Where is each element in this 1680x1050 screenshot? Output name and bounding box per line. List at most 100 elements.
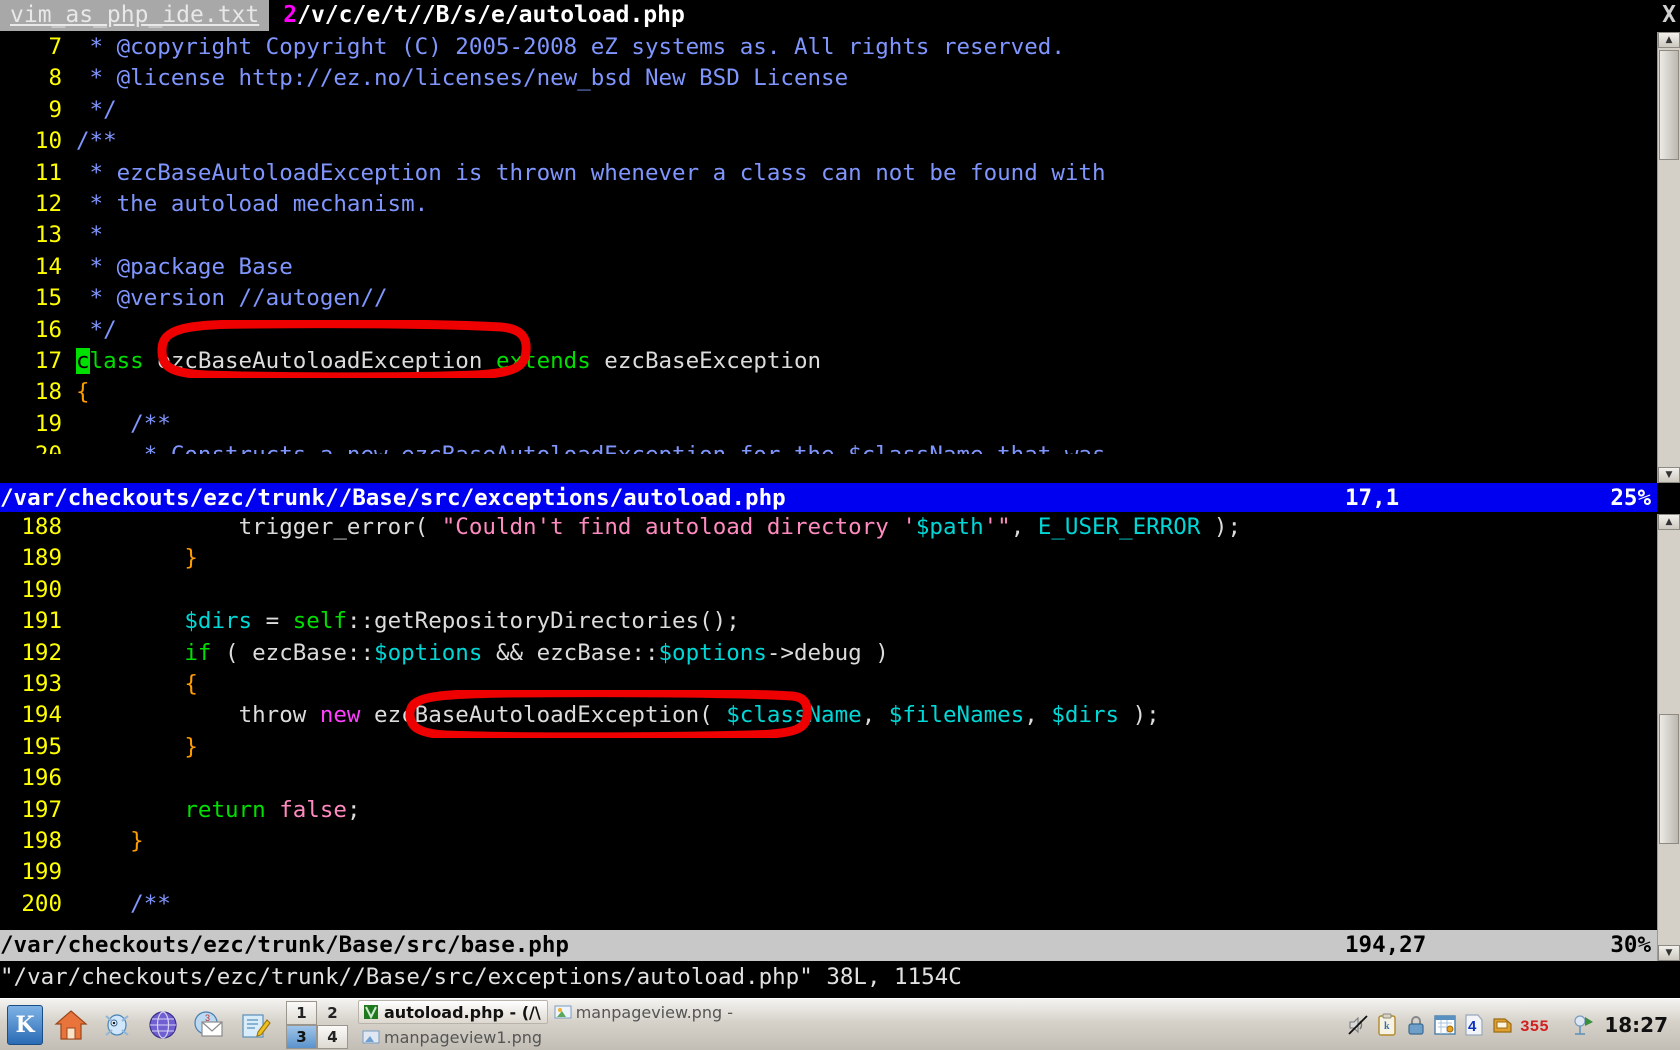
tab-number: 2 (283, 2, 298, 28)
code-line: 192 if ( ezcBase::$options && ezcBase::$… (0, 638, 1657, 669)
line-number: 8 (48, 65, 62, 92)
line-number: 189 (21, 545, 62, 572)
konqueror-icon[interactable] (97, 1005, 137, 1045)
task-label: manpageview.png - (575, 1002, 733, 1022)
scroll-up-icon[interactable]: ▲ (1658, 514, 1680, 530)
pager-desktop-4[interactable]: 4 (317, 1024, 348, 1049)
kwrite-icon[interactable] (235, 1005, 275, 1045)
screen: vim_as_php_ide.txt 2/v/c/e/t//B/s/e/auto… (0, 0, 1680, 1050)
tab-autoload-php[interactable]: 2/v/c/e/t//B/s/e/autoload.php (269, 0, 693, 31)
kmail-icon[interactable]: 3 (189, 1005, 229, 1045)
pager-row: 3 4 (286, 1024, 348, 1049)
code-token: ezcBaseException (590, 347, 822, 374)
gutter-space (62, 346, 76, 377)
gutter-space (62, 857, 76, 888)
code-line: 191 $dirs = self::getRepositoryDirectori… (0, 606, 1657, 637)
scrollbar-thumb[interactable] (1659, 50, 1679, 160)
code-line: 13 * (0, 220, 1657, 251)
gutter-space (62, 95, 76, 126)
code-token: $options (374, 639, 483, 666)
line-number: 19 (34, 410, 62, 437)
klipper-icon[interactable]: k (1375, 1013, 1399, 1037)
code-token: */ (76, 96, 117, 123)
desktop-pager[interactable]: 1 2 3 4 (286, 1000, 348, 1049)
line-number: 20 (0, 440, 62, 454)
gutter-space (62, 409, 76, 440)
gutter-space (62, 889, 76, 920)
task-manpageview-png[interactable]: manpageview.png - (550, 1000, 740, 1024)
gutter-space (62, 512, 76, 543)
pager-desktop-2[interactable]: 2 (317, 1001, 348, 1025)
line-number: 11 (34, 159, 62, 186)
editor-pane-top[interactable]: 7 * @copyright Copyright (C) 2005-2008 e… (0, 32, 1657, 454)
code-token: { (76, 379, 90, 406)
gutter-space (62, 189, 76, 220)
code-token: return (184, 796, 266, 823)
code-line: 14 * @package Base (0, 252, 1657, 283)
pager-desktop-1[interactable]: 1 (286, 1000, 317, 1025)
code-token: /** (76, 128, 117, 155)
pager-desktop-3[interactable]: 3 (286, 1024, 317, 1049)
code-token: ; (346, 796, 361, 823)
code-line: 194 throw new ezcBaseAutoloadException( … (0, 700, 1657, 731)
pager-row: 1 2 (286, 1000, 348, 1025)
code-token: ezcBaseAutoloadException (157, 347, 496, 374)
gutter-space (62, 826, 76, 857)
scroll-up-icon[interactable]: ▲ (1658, 32, 1680, 48)
taskbar-clock[interactable]: 18:27 (1600, 1013, 1676, 1037)
svg-text:k: k (1384, 1021, 1390, 1032)
svg-text:3: 3 (205, 1013, 210, 1023)
web-browser-icon[interactable] (143, 1005, 183, 1045)
keyboard-layout-icon[interactable] (1571, 1013, 1595, 1037)
code-line: 200 /** (0, 889, 1657, 920)
korganizer-icon[interactable] (1433, 1013, 1457, 1037)
mail-count-icon[interactable] (1491, 1013, 1515, 1037)
gutter-space (62, 32, 76, 63)
vim-command-line[interactable]: "/var/checkouts/ezc/trunk//Base/src/exce… (0, 962, 1680, 993)
vim-tabline: vim_as_php_ide.txt 2/v/c/e/t//B/s/e/auto… (0, 0, 1680, 31)
tab-vim-as-php-ide[interactable]: vim_as_php_ide.txt (0, 0, 270, 31)
kmenu-button[interactable]: K (5, 1004, 45, 1045)
text-cursor: c (76, 347, 90, 374)
code-token: } (76, 733, 198, 760)
editor-pane-bottom[interactable]: 188 trigger_error( "Couldn't find autolo… (0, 512, 1657, 922)
line-number: 7 (48, 34, 62, 60)
gutter-space (62, 315, 76, 346)
home-folder-icon[interactable] (51, 1005, 91, 1045)
close-icon[interactable]: X (1662, 0, 1676, 31)
vim-icon (364, 1005, 378, 1020)
kgpg-lock-icon[interactable] (1404, 1013, 1428, 1037)
scrollbar-top-pane[interactable]: ▲ ▼ (1657, 32, 1680, 483)
line-number: 13 (34, 222, 62, 249)
code-line: 189 } (0, 543, 1657, 574)
volume-muted-icon[interactable] (1346, 1013, 1370, 1037)
scrollbar-bottom-pane[interactable]: ▲ ▼ (1657, 514, 1680, 961)
image-viewer-icon (362, 1030, 380, 1044)
scroll-down-icon[interactable]: ▼ (1658, 945, 1680, 961)
task-autoload-php[interactable]: autoload.php - (/\ (358, 1000, 548, 1024)
k-icon: K (7, 1004, 43, 1045)
code-token: $className (726, 702, 862, 729)
line-number: 200 (21, 890, 62, 917)
code-line: 20 * Constructs a new ezcBaseAutoloadExc… (0, 440, 1657, 454)
gutter-space (62, 126, 76, 157)
code-token: ( ezcBase:: (211, 639, 375, 666)
messages-count-icon[interactable]: 4 (1462, 1013, 1486, 1037)
code-line: 11 * ezcBaseAutoloadException is thrown … (0, 158, 1657, 189)
code-token: * @package Base (76, 253, 293, 280)
line-number: 9 (48, 96, 62, 123)
gutter-space (62, 283, 76, 314)
code-line: 16 */ (0, 315, 1657, 346)
statusline-top-percent: 25% (1610, 485, 1651, 511)
code-token: $path (915, 514, 984, 540)
line-number: 195 (21, 733, 62, 760)
scroll-down-icon[interactable]: ▼ (1658, 467, 1680, 483)
code-token: E_USER_ERROR (1037, 514, 1201, 540)
scrollbar-thumb[interactable] (1659, 714, 1679, 844)
task-manpageview1-png[interactable]: manpageview1.png (358, 1025, 549, 1049)
mail-badge-355[interactable]: 355 (1520, 1013, 1566, 1037)
code-line: 9 */ (0, 95, 1657, 126)
